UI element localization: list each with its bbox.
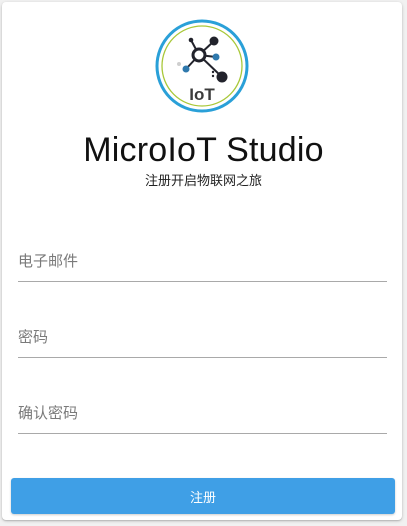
email-field <box>18 241 387 282</box>
app-title: MicroIoT Studio <box>83 131 324 169</box>
confirm-password-field <box>18 393 387 434</box>
app-subtitle: 注册开启物联网之旅 <box>144 174 262 189</box>
password-input[interactable] <box>18 317 387 357</box>
iot-logo-icon: IoT <box>155 19 249 113</box>
logo-text: IoT <box>189 85 215 104</box>
register-button[interactable]: 注册 <box>11 478 395 514</box>
email-input[interactable] <box>18 241 387 281</box>
confirm-password-input[interactable] <box>18 393 387 433</box>
password-field <box>18 317 387 358</box>
